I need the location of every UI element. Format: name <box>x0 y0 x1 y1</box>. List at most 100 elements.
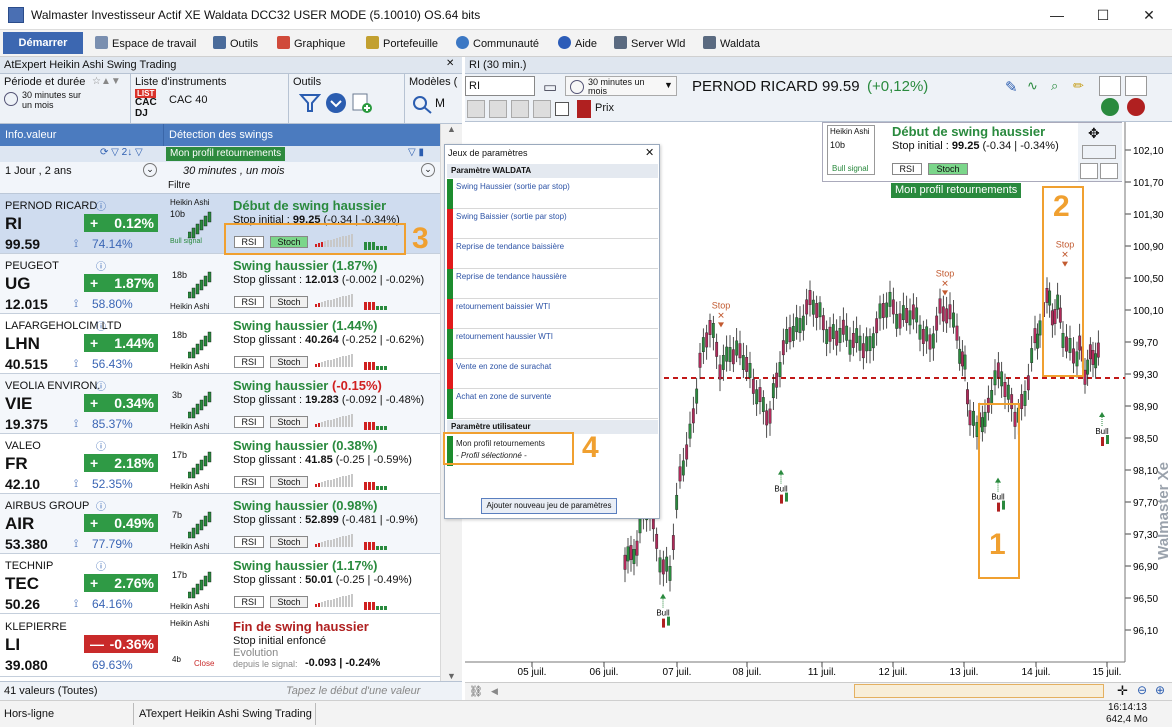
move-icon[interactable]: ✥ <box>1088 125 1100 142</box>
menu-tools[interactable]: Outils <box>213 36 258 50</box>
parameter-item[interactable]: retournement haussier WTI <box>447 329 658 359</box>
profile-tag[interactable]: Mon profil retournements <box>166 147 286 161</box>
parameter-item[interactable]: Achat en zone de survente <box>447 389 658 419</box>
link-icon[interactable]: ⛓ <box>469 685 483 698</box>
search-icon[interactable]: ⌕ <box>1051 78 1058 94</box>
add-parameter-button[interactable]: Ajouter nouveau jeu de paramètres <box>481 498 617 514</box>
zoom-out-icon[interactable]: ⊖ <box>1137 683 1147 697</box>
list-item[interactable]: PEUGEOT ⓘ UG 12.015 ⟟ +1.87% 58.80% 18b Heikin A… <box>0 254 440 314</box>
menu-help[interactable]: Aide <box>558 36 597 50</box>
col-detection-swings[interactable]: Détection des swings <box>169 129 273 141</box>
zoom-in-icon[interactable]: ⊕ <box>1155 683 1165 697</box>
list-item[interactable]: VEOLIA ENVIRON. ⓘ VIE 19.375 ⟟ +0.34% 85.37% 3b… <box>0 374 440 434</box>
period-dropdown-icon[interactable]: ⌄ <box>143 163 157 177</box>
checkbox-icon[interactable] <box>555 102 569 116</box>
maximize-button[interactable]: ☐ <box>1080 0 1126 30</box>
filter-icon[interactable] <box>299 92 321 114</box>
menu-portfolio[interactable]: Portefeuille <box>366 36 438 50</box>
list-item[interactable]: LAFARGEHOLCIM LTD ⓘ LHN 40.515 ⟟ +1.44% 56.43%… <box>0 314 440 374</box>
models-section: Modèles ( M <box>405 74 462 124</box>
period-select[interactable]: 30 minutes un mois ▼ <box>565 76 677 96</box>
close-button[interactable]: ✕ <box>1126 0 1172 30</box>
filter-label[interactable]: Filtre <box>168 180 190 191</box>
rsi-button[interactable]: RSI <box>234 416 264 428</box>
refresh-filter-icons[interactable]: ⟳ ▽ 2↓ ▽ <box>100 147 143 158</box>
info-icon[interactable]: ⓘ <box>96 258 106 273</box>
range-icon: ⟟ <box>74 298 79 310</box>
dialog-close-icon[interactable]: ✕ <box>645 146 654 159</box>
search-input[interactable]: Tapez le début d'une valeur <box>286 685 420 697</box>
menu-server[interactable]: Server Wld <box>614 36 685 50</box>
parameter-item[interactable]: Reprise de tendance haussière <box>447 269 658 299</box>
period-detect[interactable]: 30 minutes , un mois <box>183 165 285 177</box>
menu-community[interactable]: Communauté <box>456 36 539 50</box>
stoch-button[interactable]: Stoch <box>270 416 308 428</box>
rsi-button[interactable]: RSI <box>234 596 264 608</box>
period-short[interactable]: 1 Jour , 2 ans <box>5 165 72 177</box>
menu-workspace[interactable]: Espace de travail <box>95 36 196 50</box>
indicator-icon[interactable] <box>489 100 507 118</box>
wave-icon[interactable]: ∿ <box>1027 78 1038 94</box>
info-icon[interactable]: ⓘ <box>96 378 106 393</box>
trend-up-icon[interactable] <box>1099 76 1121 96</box>
info-icon[interactable]: ⓘ <box>96 498 106 513</box>
mini-candle <box>199 219 204 231</box>
rsi-button[interactable]: RSI <box>234 296 264 308</box>
symbol-input[interactable]: RI <box>465 76 535 96</box>
candle <box>851 320 855 357</box>
minimize-button[interactable]: — <box>1034 0 1080 30</box>
ap-icon[interactable] <box>533 100 551 118</box>
stoch-button[interactable]: Stoch <box>270 596 308 608</box>
chart-down-icon[interactable] <box>1100 163 1118 179</box>
candle-icon[interactable] <box>577 100 591 118</box>
parameter-item[interactable]: Swing Haussier (sortie par stop) <box>447 179 658 209</box>
col-info-valeur[interactable]: Info.valeur <box>5 129 56 141</box>
start-button[interactable]: Démarrer <box>3 32 83 54</box>
signal-a-icon[interactable] <box>1101 98 1119 116</box>
pencil-icon[interactable]: ✏ <box>1073 78 1084 94</box>
instrument-list-section[interactable]: Liste d'instruments LIST CAC DJ CAC 40 <box>131 74 289 124</box>
book-icon[interactable]: ▭ <box>543 78 557 96</box>
add-list-icon[interactable] <box>351 92 373 114</box>
parameter-item[interactable]: retournement baissier WTI <box>447 299 658 329</box>
stoch-button[interactable]: Stoch <box>270 476 308 488</box>
tools-icon[interactable] <box>467 100 485 118</box>
signal-v-icon[interactable] <box>1127 98 1145 116</box>
collapse-icon[interactable] <box>1082 145 1116 159</box>
menu-chart[interactable]: Graphique <box>277 36 345 50</box>
parameter-item[interactable]: Swing Baissier (sortie par stop) <box>447 209 658 239</box>
filter-small-icon[interactable]: ▽ ▮ <box>408 147 424 158</box>
info-icon[interactable]: ⓘ <box>96 558 106 573</box>
stoch-button[interactable]: Stoch <box>270 536 308 548</box>
candle <box>1020 384 1024 421</box>
trend-down-icon[interactable] <box>1125 76 1147 96</box>
list-item[interactable]: TECHNIP ⓘ TEC 50.26 ⟟ +2.76% 64.16% 17b Heikin A… <box>0 554 440 614</box>
stoch-button[interactable]: Stoch <box>270 356 308 368</box>
star-icon[interactable]: ☆▲▼ <box>92 76 121 87</box>
stoch-button[interactable]: Stoch <box>270 296 308 308</box>
parameter-item[interactable]: Reprise de tendance baissière <box>447 239 658 269</box>
list-item[interactable]: VALEO ⓘ FR 42.10 ⟟ +2.18% 52.35% 17b Heikin Ashi… <box>0 434 440 494</box>
crosshair-icon[interactable]: ✛ <box>1117 683 1128 699</box>
ma-icon[interactable] <box>511 100 529 118</box>
parameter-item[interactable]: Vente en zone de surachat <box>447 359 658 389</box>
rsi-button[interactable]: RSI <box>234 356 264 368</box>
rsi-button[interactable]: RSI <box>234 476 264 488</box>
period-section[interactable]: Période et durée ☆▲▼ 30 minutes sur un m… <box>0 74 131 124</box>
rsi-gauge <box>315 294 354 308</box>
wrench-icon[interactable]: ✎ <box>1005 78 1018 96</box>
menu-waldata[interactable]: Waldata <box>703 36 760 50</box>
dropdown-circle-icon[interactable] <box>325 92 347 114</box>
close-panel-icon[interactable]: ✕ <box>446 58 454 69</box>
period-detect-dropdown-icon[interactable]: ⌄ <box>421 163 435 177</box>
list-item-klepierre[interactable]: KLEPIERRE LI 39.080 — -0.36% 69.63% Heiki… <box>0 615 440 677</box>
chart-tab[interactable]: RI (30 min.) <box>469 59 526 71</box>
chart-scrollbar[interactable] <box>854 684 1104 698</box>
magnifier-chart-icon[interactable] <box>411 94 433 114</box>
rsi-button[interactable]: RSI <box>234 536 264 548</box>
list-item[interactable]: AIRBUS GROUP ⓘ AIR 53.380 ⟟ +0.49% 77.79% 7b Hei… <box>0 494 440 554</box>
info-icon[interactable]: ⓘ <box>96 438 106 453</box>
info-icon[interactable]: ⓘ <box>96 198 106 213</box>
chart-icon[interactable] <box>1080 163 1098 179</box>
info-icon[interactable]: ⓘ <box>96 318 106 333</box>
